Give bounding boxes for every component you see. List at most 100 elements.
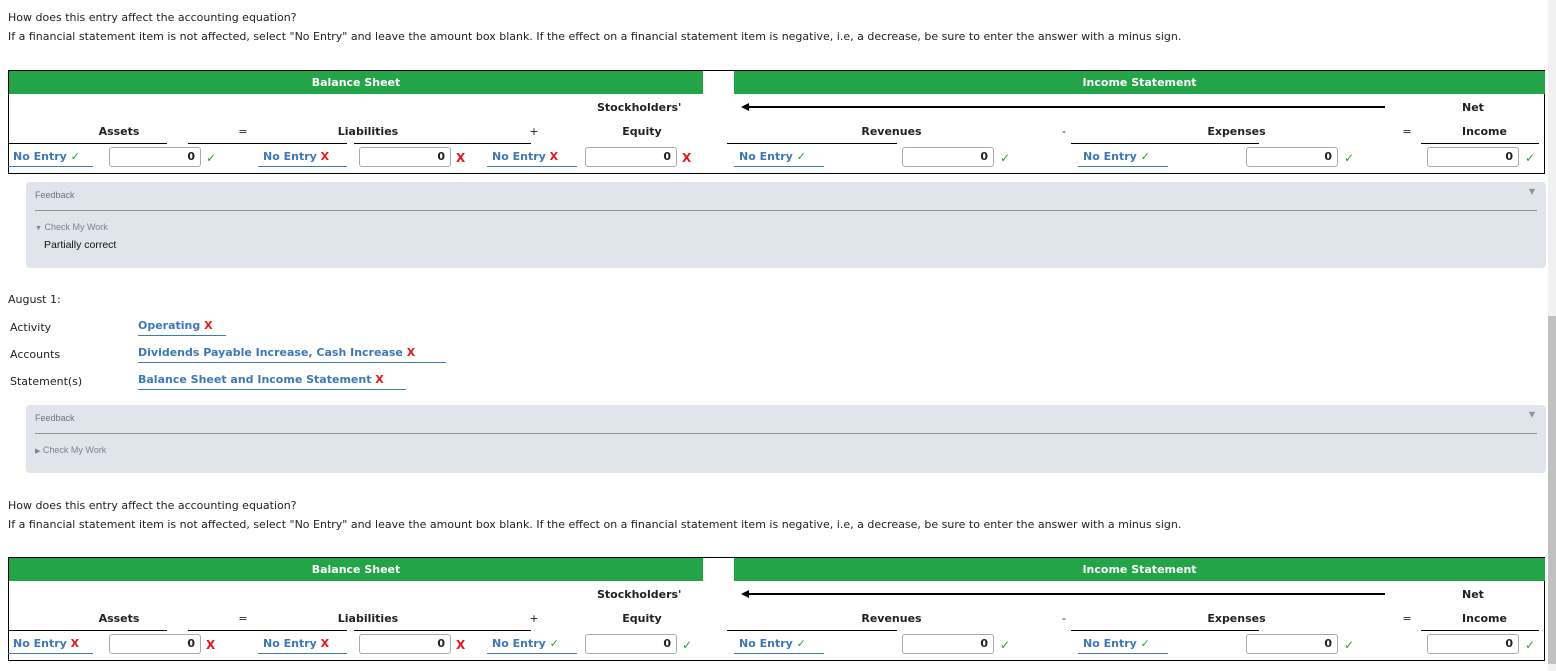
check-my-work-toggle[interactable]: ▼ Check My Work xyxy=(35,222,108,232)
accounts-value: Dividends Payable Increase, Cash Increas… xyxy=(138,346,403,359)
revenues-select[interactable]: No Entry ✓ xyxy=(734,636,824,654)
liabilities-select[interactable]: No Entry X xyxy=(258,149,347,167)
expenses-header: Expenses xyxy=(1207,125,1266,138)
net-income-amount-input[interactable]: 0 xyxy=(1427,147,1519,167)
income-statement-header: Income Statement xyxy=(734,558,1545,581)
plus-operator: + xyxy=(529,612,539,625)
expenses-amount-input[interactable]: 0 xyxy=(1246,634,1338,654)
scrollbar-thumb[interactable] xyxy=(1548,316,1556,664)
equity-amount-input[interactable]: 0 xyxy=(585,147,677,167)
panel-toggle-icon[interactable]: ▼ xyxy=(1529,410,1535,419)
incorrect-icon: X xyxy=(456,638,466,652)
incorrect-icon: X xyxy=(456,151,466,165)
correct-icon: ✓ xyxy=(1140,150,1150,163)
activity-label: Activity xyxy=(10,321,52,334)
correct-icon: ✓ xyxy=(1525,151,1536,165)
net-income-amount-input[interactable]: 0 xyxy=(1427,634,1519,654)
question-instructions: If a financial statement item is not aff… xyxy=(8,30,1182,43)
correct-icon: ✓ xyxy=(1344,638,1355,652)
incorrect-icon: X xyxy=(682,151,692,165)
column-rule xyxy=(1421,143,1539,144)
equity-select[interactable]: No Entry ✓ xyxy=(487,636,577,654)
vertical-scrollbar[interactable] xyxy=(1548,0,1556,671)
revenues-select-value: No Entry xyxy=(739,637,793,650)
assets-amount-input[interactable]: 0 xyxy=(109,147,201,167)
check-my-work-label: Check My Work xyxy=(42,445,107,455)
liabilities-select-value: No Entry xyxy=(263,637,317,650)
column-rule xyxy=(9,630,167,631)
assets-header: Assets xyxy=(98,125,140,138)
column-rule xyxy=(354,630,531,631)
column-rule xyxy=(1421,630,1539,631)
correct-icon: ✓ xyxy=(796,637,806,650)
liabilities-amount-input[interactable]: 0 xyxy=(359,147,451,167)
equity-header: Equity xyxy=(622,125,662,138)
statements-select[interactable]: Balance Sheet and Income Statement X xyxy=(138,372,406,390)
expenses-amount-status: ✓ xyxy=(1344,638,1354,652)
balance-sheet-header: Balance Sheet xyxy=(9,71,703,94)
accounting-equation-table-1: Balance Sheet Income Statement Stockholder… xyxy=(8,70,1545,174)
revenues-select[interactable]: No Entry ✓ xyxy=(734,149,824,167)
net-income-amount-status: ✓ xyxy=(1525,151,1535,165)
liabilities-select[interactable]: No Entry X xyxy=(258,636,347,654)
revenues-amount-status: ✓ xyxy=(1000,151,1010,165)
statements-value: Balance Sheet and Income Statement xyxy=(138,373,372,386)
equals-operator: = xyxy=(238,612,248,625)
activity-select[interactable]: Operating X xyxy=(138,318,226,336)
revenues-select-value: No Entry xyxy=(739,150,793,163)
net-income-amount-status: ✓ xyxy=(1525,638,1535,652)
equity-select[interactable]: No Entry X xyxy=(487,149,577,167)
correct-icon: ✓ xyxy=(682,638,693,652)
question-instructions: If a financial statement item is not aff… xyxy=(8,518,1182,531)
revenues-amount-input[interactable]: 0 xyxy=(902,634,994,654)
incorrect-icon: X xyxy=(204,319,213,332)
liabilities-amount-status: X xyxy=(456,638,465,652)
revenues-amount-input[interactable]: 0 xyxy=(902,147,994,167)
equity-amount-input[interactable]: 0 xyxy=(585,634,677,654)
assets-select[interactable]: No Entry ✓ xyxy=(8,149,93,167)
column-rule xyxy=(188,630,347,631)
balance-sheet-header: Balance Sheet xyxy=(9,558,703,581)
liabilities-amount-input[interactable]: 0 xyxy=(359,634,451,654)
feedback-divider xyxy=(35,210,1537,211)
expenses-select[interactable]: No Entry ✓ xyxy=(1078,149,1168,167)
net-header: Net xyxy=(1462,101,1484,114)
check-my-work-toggle[interactable]: ▶ Check My Work xyxy=(35,445,106,455)
collapsed-triangle-icon: ▶ xyxy=(35,448,41,455)
equals-operator: = xyxy=(1402,125,1412,138)
column-rule xyxy=(1071,630,1259,631)
incorrect-icon: X xyxy=(406,346,416,359)
equity-select-value: No Entry xyxy=(492,637,546,650)
correct-icon: ✓ xyxy=(1525,638,1536,652)
feedback-panel-1: Feedback ▼ ▼ Check My Work Partially cor… xyxy=(26,182,1546,268)
incorrect-icon: X xyxy=(320,637,330,650)
revenues-header: Revenues xyxy=(861,125,922,138)
column-rule xyxy=(727,630,897,631)
expenses-select[interactable]: No Entry ✓ xyxy=(1078,636,1168,654)
net-income-header: Income xyxy=(1462,612,1507,625)
stockholders-header: Stockholders' xyxy=(597,101,682,114)
incorrect-icon: X xyxy=(70,637,80,650)
panel-toggle-icon[interactable]: ▼ xyxy=(1529,187,1535,196)
assets-amount-status: ✓ xyxy=(206,151,216,165)
assets-select[interactable]: No Entry X xyxy=(8,636,93,654)
incorrect-icon: X xyxy=(206,638,216,652)
arrow-line xyxy=(747,593,1385,595)
net-income-header: Income xyxy=(1462,125,1507,138)
feedback-divider xyxy=(35,433,1537,434)
correct-icon: ✓ xyxy=(1000,151,1011,165)
feedback-title: Feedback xyxy=(35,190,75,200)
expenses-amount-input[interactable]: 0 xyxy=(1246,147,1338,167)
stockholders-header: Stockholders' xyxy=(597,588,682,601)
expenses-header: Expenses xyxy=(1207,612,1266,625)
accounts-select[interactable]: Dividends Payable Increase, Cash Increas… xyxy=(138,345,446,363)
assets-amount-status: X xyxy=(206,638,215,652)
transaction-date: August 1: xyxy=(8,293,61,306)
question-prompt: How does this entry affect the accountin… xyxy=(8,499,297,512)
accounting-equation-table-2: Balance Sheet Income Statement Stockholder… xyxy=(8,557,1545,661)
assets-amount-input[interactable]: 0 xyxy=(109,634,201,654)
income-statement-header: Income Statement xyxy=(734,71,1545,94)
column-rule xyxy=(1071,143,1259,144)
minus-operator: - xyxy=(1062,612,1066,625)
arrow-line xyxy=(747,106,1385,108)
